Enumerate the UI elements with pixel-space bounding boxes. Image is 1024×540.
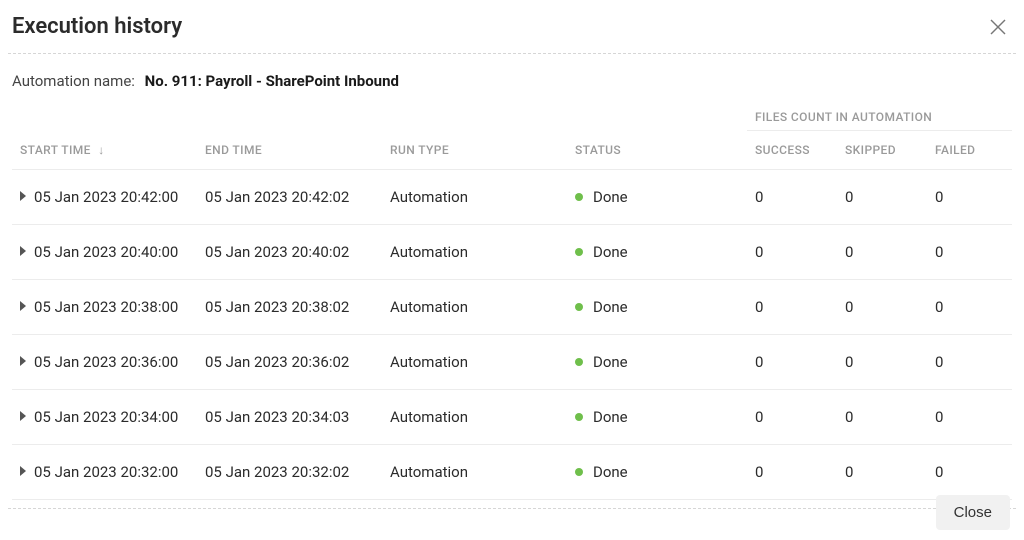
table-row[interactable]: 05 Jan 2023 20:36:00 05 Jan 2023 20:36:02… bbox=[12, 335, 1012, 390]
cell-end-time: 05 Jan 2023 20:36:02 bbox=[197, 335, 382, 390]
status-value: Done bbox=[593, 408, 628, 426]
group-header-empty bbox=[12, 100, 747, 131]
cell-end-time: 05 Jan 2023 20:40:02 bbox=[197, 225, 382, 280]
status-value: Done bbox=[593, 298, 628, 316]
cell-failed: 0 bbox=[927, 225, 1012, 280]
start-time-value: 05 Jan 2023 20:32:00 bbox=[34, 463, 178, 481]
cell-start-time: 05 Jan 2023 20:38:00 bbox=[12, 280, 197, 335]
cell-failed: 0 bbox=[927, 335, 1012, 390]
modal-footer: Close bbox=[936, 495, 1010, 530]
expand-caret-icon[interactable] bbox=[20, 356, 26, 366]
cell-skipped: 0 bbox=[837, 445, 927, 500]
cell-run-type: Automation bbox=[382, 170, 567, 225]
expand-caret-icon[interactable] bbox=[20, 301, 26, 311]
cell-skipped: 0 bbox=[837, 280, 927, 335]
table-group-header-row: FILES COUNT IN AUTOMATION bbox=[12, 100, 1012, 131]
start-time-value: 05 Jan 2023 20:40:00 bbox=[34, 243, 178, 261]
cell-run-type: Automation bbox=[382, 390, 567, 445]
cell-end-time: 05 Jan 2023 20:32:02 bbox=[197, 445, 382, 500]
status-dot-icon bbox=[575, 303, 583, 311]
start-time-value: 05 Jan 2023 20:36:00 bbox=[34, 353, 178, 371]
history-table-wrap: FILES COUNT IN AUTOMATION START TIME ↓ E… bbox=[0, 100, 1024, 500]
status-dot-icon bbox=[575, 193, 583, 201]
cell-success: 0 bbox=[747, 170, 837, 225]
col-failed[interactable]: FAILED bbox=[927, 131, 1012, 170]
cell-success: 0 bbox=[747, 390, 837, 445]
col-status[interactable]: STATUS bbox=[567, 131, 747, 170]
modal-title: Execution history bbox=[12, 14, 182, 39]
cell-start-time: 05 Jan 2023 20:40:00 bbox=[12, 225, 197, 280]
start-time-value: 05 Jan 2023 20:38:00 bbox=[34, 298, 178, 316]
cell-success: 0 bbox=[747, 280, 837, 335]
cell-start-time: 05 Jan 2023 20:34:00 bbox=[12, 390, 197, 445]
table-row[interactable]: 05 Jan 2023 20:34:00 05 Jan 2023 20:34:03… bbox=[12, 390, 1012, 445]
automation-name-label: Automation name: bbox=[12, 72, 135, 90]
cell-status: Done bbox=[567, 390, 747, 445]
table-header-row: START TIME ↓ END TIME RUN TYPE STATUS SU… bbox=[12, 131, 1012, 170]
automation-name-row: Automation name: No. 911: Payroll - Shar… bbox=[0, 54, 1024, 100]
cell-skipped: 0 bbox=[837, 225, 927, 280]
table-row[interactable]: 05 Jan 2023 20:38:00 05 Jan 2023 20:38:02… bbox=[12, 280, 1012, 335]
cell-end-time: 05 Jan 2023 20:34:03 bbox=[197, 390, 382, 445]
col-run-type[interactable]: RUN TYPE bbox=[382, 131, 567, 170]
start-time-value: 05 Jan 2023 20:34:00 bbox=[34, 408, 178, 426]
cell-success: 0 bbox=[747, 225, 837, 280]
col-skipped[interactable]: SKIPPED bbox=[837, 131, 927, 170]
col-end-time[interactable]: END TIME bbox=[197, 131, 382, 170]
expand-caret-icon[interactable] bbox=[20, 466, 26, 476]
cell-failed: 0 bbox=[927, 170, 1012, 225]
group-header-files-count: FILES COUNT IN AUTOMATION bbox=[747, 100, 1012, 131]
table-row[interactable]: 05 Jan 2023 20:42:00 05 Jan 2023 20:42:02… bbox=[12, 170, 1012, 225]
status-value: Done bbox=[593, 243, 628, 261]
cell-status: Done bbox=[567, 335, 747, 390]
table-row[interactable]: 05 Jan 2023 20:40:00 05 Jan 2023 20:40:02… bbox=[12, 225, 1012, 280]
cell-run-type: Automation bbox=[382, 445, 567, 500]
status-value: Done bbox=[593, 353, 628, 371]
cell-skipped: 0 bbox=[837, 335, 927, 390]
cell-start-time: 05 Jan 2023 20:42:00 bbox=[12, 170, 197, 225]
cell-skipped: 0 bbox=[837, 170, 927, 225]
col-start-time-label: START TIME bbox=[20, 143, 91, 157]
cell-success: 0 bbox=[747, 445, 837, 500]
cell-run-type: Automation bbox=[382, 280, 567, 335]
status-dot-icon bbox=[575, 358, 583, 366]
history-table: FILES COUNT IN AUTOMATION START TIME ↓ E… bbox=[12, 100, 1012, 500]
status-value: Done bbox=[593, 463, 628, 481]
cell-start-time: 05 Jan 2023 20:36:00 bbox=[12, 335, 197, 390]
close-button[interactable]: Close bbox=[936, 495, 1010, 530]
expand-caret-icon[interactable] bbox=[20, 246, 26, 256]
cell-start-time: 05 Jan 2023 20:32:00 bbox=[12, 445, 197, 500]
cell-end-time: 05 Jan 2023 20:42:02 bbox=[197, 170, 382, 225]
cell-status: Done bbox=[567, 280, 747, 335]
automation-name-value: No. 911: Payroll - SharePoint Inbound bbox=[145, 72, 399, 90]
table-row[interactable]: 05 Jan 2023 20:32:00 05 Jan 2023 20:32:02… bbox=[12, 445, 1012, 500]
footer-separator bbox=[8, 508, 1016, 509]
cell-run-type: Automation bbox=[382, 335, 567, 390]
status-value: Done bbox=[593, 188, 628, 206]
sort-descending-icon: ↓ bbox=[98, 143, 104, 157]
expand-caret-icon[interactable] bbox=[20, 191, 26, 201]
cell-end-time: 05 Jan 2023 20:38:02 bbox=[197, 280, 382, 335]
expand-caret-icon[interactable] bbox=[20, 411, 26, 421]
cell-failed: 0 bbox=[927, 445, 1012, 500]
status-dot-icon bbox=[575, 413, 583, 421]
modal-header: Execution history bbox=[0, 0, 1024, 53]
cell-status: Done bbox=[567, 445, 747, 500]
cell-failed: 0 bbox=[927, 390, 1012, 445]
close-icon[interactable] bbox=[988, 17, 1008, 37]
status-dot-icon bbox=[575, 248, 583, 256]
cell-failed: 0 bbox=[927, 280, 1012, 335]
cell-success: 0 bbox=[747, 335, 837, 390]
cell-run-type: Automation bbox=[382, 225, 567, 280]
cell-status: Done bbox=[567, 225, 747, 280]
col-success[interactable]: SUCCESS bbox=[747, 131, 837, 170]
cell-status: Done bbox=[567, 170, 747, 225]
start-time-value: 05 Jan 2023 20:42:00 bbox=[34, 188, 178, 206]
execution-history-modal: Execution history Automation name: No. 9… bbox=[0, 0, 1024, 540]
status-dot-icon bbox=[575, 468, 583, 476]
cell-skipped: 0 bbox=[837, 390, 927, 445]
col-start-time[interactable]: START TIME ↓ bbox=[12, 131, 197, 170]
